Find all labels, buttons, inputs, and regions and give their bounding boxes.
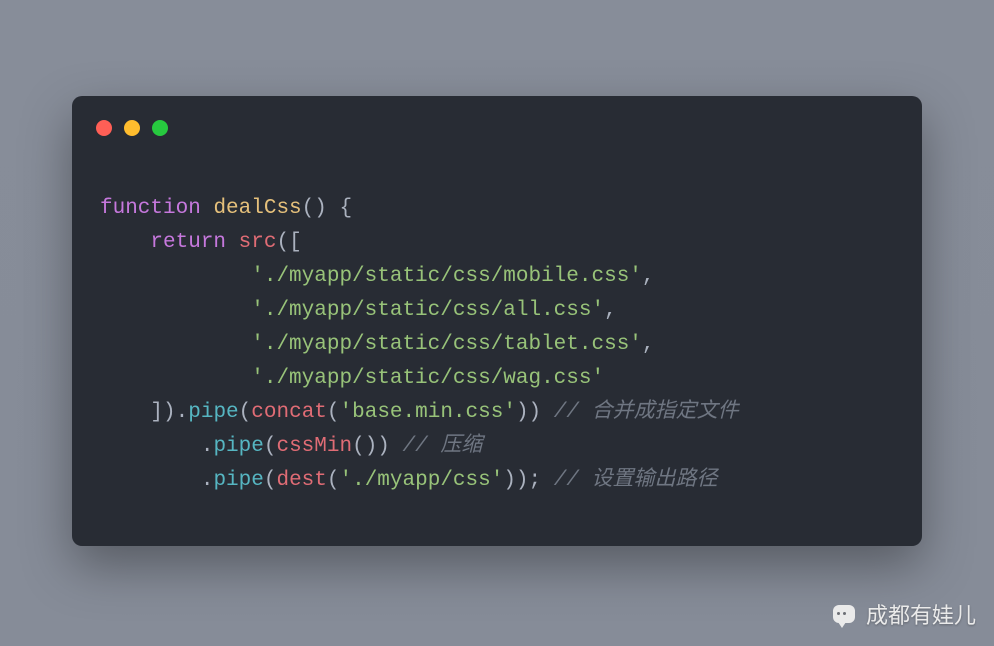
minimize-icon [124, 120, 140, 136]
window-controls [96, 120, 168, 136]
code-card: function dealCss() { return src([ './mya… [72, 96, 922, 546]
function-name: dealCss [213, 197, 301, 220]
comment-compress: // 压缩 [403, 435, 483, 458]
watermark: 成都有娃儿 [830, 598, 976, 630]
string-dest-path: './myapp/css' [340, 469, 504, 492]
string-path-all: './myapp/static/css/all.css' [251, 299, 604, 322]
code-block: function dealCss() { return src([ './mya… [100, 192, 894, 498]
call-concat: concat [251, 401, 327, 424]
call-src: src [239, 231, 277, 254]
comment-merge: // 合并成指定文件 [554, 401, 739, 424]
call-pipe: pipe [188, 401, 238, 424]
wechat-icon [830, 603, 858, 625]
string-base-min: 'base.min.css' [340, 401, 516, 424]
call-pipe: pipe [213, 469, 263, 492]
keyword-return: return [150, 231, 226, 254]
call-dest: dest [276, 469, 326, 492]
maximize-icon [152, 120, 168, 136]
comment-output: // 设置输出路径 [554, 469, 718, 492]
watermark-text: 成都有娃儿 [866, 598, 976, 630]
call-cssmin: cssMin [276, 435, 352, 458]
keyword-function: function [100, 197, 201, 220]
string-path-wag: './myapp/static/css/wag.css' [251, 367, 604, 390]
string-path-tablet: './myapp/static/css/tablet.css' [251, 333, 642, 356]
call-pipe: pipe [213, 435, 263, 458]
string-path-mobile: './myapp/static/css/mobile.css' [251, 265, 642, 288]
close-icon [96, 120, 112, 136]
